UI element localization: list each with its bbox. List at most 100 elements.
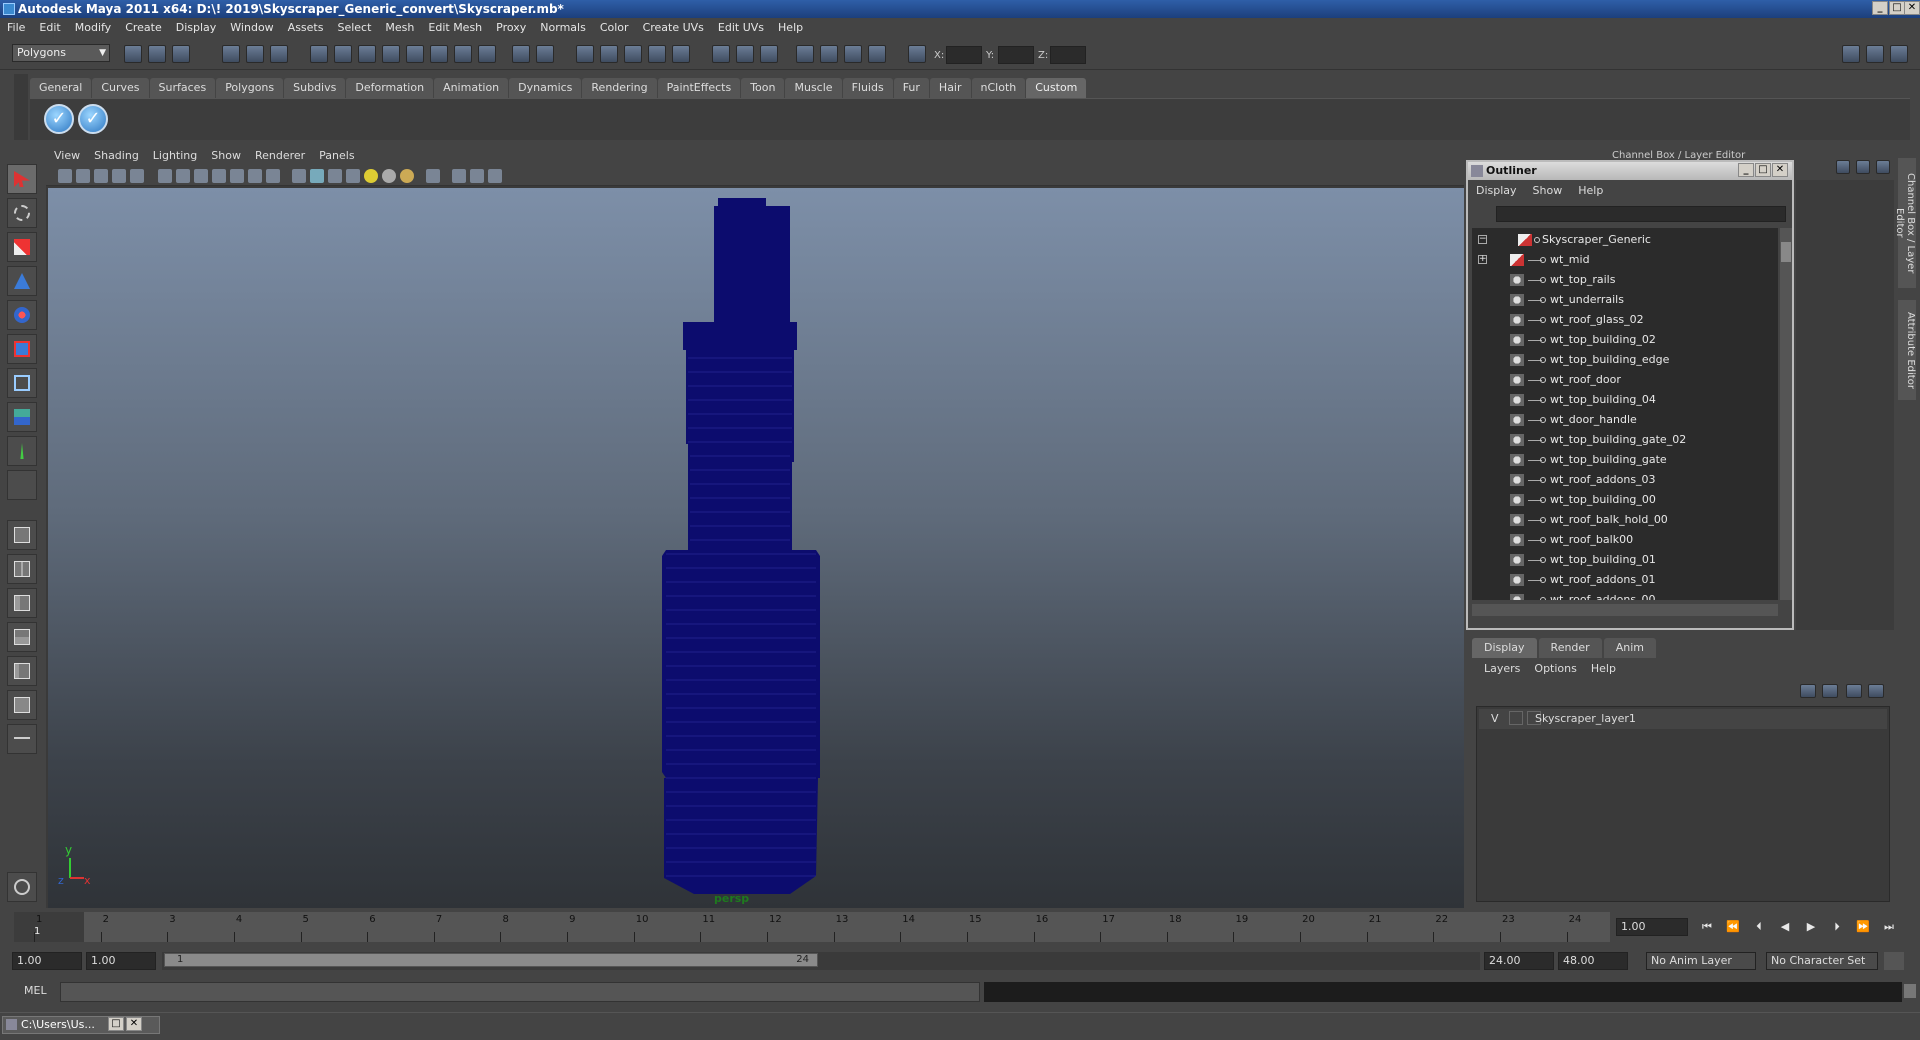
quick-layout-button[interactable] — [7, 872, 37, 902]
select-camera-icon[interactable] — [58, 169, 72, 183]
outliner-menu-show[interactable]: Show — [1525, 182, 1571, 200]
outliner-menu-display[interactable]: Display — [1468, 182, 1525, 200]
resolution-gate-icon[interactable] — [194, 169, 208, 183]
layer-visibility-toggle[interactable]: V — [1491, 712, 1499, 725]
outliner-vertical-scrollbar[interactable] — [1780, 228, 1792, 600]
outliner-item[interactable]: wt_door_handle — [1472, 410, 1778, 430]
shelf-tab-toon[interactable]: Toon — [741, 78, 785, 98]
snap-curve-icon[interactable] — [600, 45, 618, 63]
transform-absolute-icon[interactable] — [908, 45, 926, 63]
menu-window[interactable]: Window — [223, 18, 280, 38]
select-component-icon[interactable] — [270, 45, 288, 63]
outliner-horizontal-scrollbar[interactable] — [1472, 604, 1778, 616]
bookmarks-icon[interactable] — [94, 169, 108, 183]
snap-grid-icon[interactable] — [576, 45, 594, 63]
shelf-tab-polygons[interactable]: Polygons — [216, 78, 284, 98]
wireframe-on-shaded-icon[interactable] — [328, 169, 342, 183]
shelf-tab-rendering[interactable]: Rendering — [582, 78, 657, 98]
layer-menu-layers[interactable]: Layers — [1478, 660, 1528, 678]
maximize-button[interactable]: □ — [1889, 1, 1905, 15]
select-joints-icon[interactable] — [358, 45, 376, 63]
play-forwards-button[interactable]: ▶ — [1800, 920, 1822, 936]
go-to-end-button[interactable]: ⏭ — [1878, 920, 1900, 936]
outliner-minimize-button[interactable]: _ — [1738, 163, 1754, 177]
menu-help[interactable]: Help — [771, 18, 810, 38]
step-forward-frame-button[interactable]: ⏵ — [1826, 920, 1848, 936]
layer-move-down-icon[interactable] — [1868, 684, 1884, 698]
grid-icon[interactable] — [158, 169, 172, 183]
persp-graph-layout[interactable] — [7, 622, 37, 652]
time-slider[interactable]: 1 1 2 3 4 5 6 7 8 9 10 11 12 13 14 15 16 17 18 19 20 21 22 23 2… — [14, 912, 1610, 942]
outliner-item[interactable]: wt_top_building_02 — [1472, 330, 1778, 350]
mel-input[interactable] — [60, 982, 980, 1002]
play-backwards-button[interactable]: ◀ — [1774, 920, 1796, 936]
menu-assets[interactable]: Assets — [281, 18, 331, 38]
shelf-tab-animation[interactable]: Animation — [434, 78, 509, 98]
snap-view-plane-icon[interactable] — [648, 45, 666, 63]
y-field[interactable] — [998, 46, 1034, 64]
shelf-tab-fluids[interactable]: Fluids — [842, 78, 893, 98]
layer-playback-toggle[interactable] — [1509, 711, 1523, 725]
xray-joints-icon[interactable] — [470, 169, 484, 183]
side-tab-attribute-editor[interactable]: Attribute Editor — [1898, 300, 1916, 400]
vp-menu-shading[interactable]: Shading — [86, 146, 145, 166]
custom-check-button[interactable]: ✓ — [44, 104, 74, 134]
shelf-tab-deformation[interactable]: Deformation — [346, 78, 434, 98]
share-icon[interactable] — [488, 169, 502, 183]
textured-icon[interactable] — [346, 169, 360, 183]
animation-start-field[interactable]: 1.00 — [12, 952, 82, 970]
task-close-button[interactable]: ✕ — [126, 1017, 142, 1031]
new-layer-selected-icon[interactable] — [1822, 684, 1838, 698]
animation-end-field[interactable]: 48.00 — [1558, 952, 1628, 970]
range-slider-handle[interactable]: 1 24 — [164, 953, 818, 967]
outliner-item[interactable]: wt_top_building_gate_02 — [1472, 430, 1778, 450]
layer-tab-display[interactable]: Display — [1472, 638, 1537, 658]
toggle-attribute-editor-icon[interactable] — [1842, 45, 1860, 63]
task-restore-button[interactable]: □ — [108, 1017, 124, 1031]
all-lights-icon[interactable] — [382, 169, 396, 183]
show-manipulator-tool[interactable] — [7, 436, 37, 466]
close-button[interactable]: ✕ — [1904, 1, 1920, 15]
safe-action-icon[interactable] — [248, 169, 262, 183]
gate-mask-icon[interactable] — [212, 169, 226, 183]
outliner-item[interactable]: wt_roof_glass_02 — [1472, 310, 1778, 330]
smooth-shade-icon[interactable] — [310, 169, 324, 183]
film-gate-icon[interactable] — [176, 169, 190, 183]
highlight-selection-icon[interactable] — [536, 45, 554, 63]
outliner-item[interactable]: + wt_mid — [1472, 250, 1778, 270]
z-field[interactable] — [1050, 46, 1086, 64]
playback-start-field[interactable]: 1.00 — [86, 952, 156, 970]
shelf-tab-fur[interactable]: Fur — [893, 78, 929, 98]
2d-pan-zoom-icon[interactable] — [130, 169, 144, 183]
history-icon[interactable] — [712, 45, 730, 63]
ipr-icon[interactable] — [760, 45, 778, 63]
menu-create-uvs[interactable]: Create UVs — [636, 18, 711, 38]
outliner-item[interactable]: wt_roof_balk_hold_00 — [1472, 510, 1778, 530]
outliner-item[interactable]: wt_top_rails — [1472, 270, 1778, 290]
outliner-item[interactable]: wt_underrails — [1472, 290, 1778, 310]
layer-row[interactable]: V Skyscraper_layer1 — [1479, 709, 1887, 729]
lock-selection-icon[interactable] — [512, 45, 530, 63]
scale-tool[interactable] — [7, 334, 37, 364]
character-set-dropdown[interactable]: No Character Set — [1766, 952, 1878, 970]
layer-move-up-icon[interactable] — [1846, 684, 1862, 698]
skyscraper-model[interactable]: persp y z x — [48, 188, 1464, 908]
image-plane-icon[interactable] — [112, 169, 126, 183]
vp-menu-show[interactable]: Show — [203, 146, 247, 166]
channel-box-icon-3[interactable] — [1876, 160, 1890, 174]
channel-box-icon-2[interactable] — [1856, 160, 1870, 174]
open-scene-icon[interactable] — [148, 45, 166, 63]
outliner-item[interactable]: wt_top_building_00 — [1472, 490, 1778, 510]
layer-menu-help[interactable]: Help — [1585, 660, 1624, 678]
layer-tab-anim[interactable]: Anim — [1603, 638, 1656, 658]
select-dynamics-icon[interactable] — [454, 45, 472, 63]
default-light-icon[interactable] — [364, 169, 378, 183]
vp-menu-panels[interactable]: Panels — [311, 146, 360, 166]
select-deformations-icon[interactable] — [430, 45, 448, 63]
select-surfaces-icon[interactable] — [406, 45, 424, 63]
minimize-button[interactable]: _ — [1872, 1, 1888, 15]
collapse-icon[interactable]: − — [1478, 235, 1487, 244]
new-layer-empty-icon[interactable] — [1800, 684, 1816, 698]
current-frame-field[interactable]: 1.00 — [1616, 918, 1688, 936]
anim-layer-dropdown[interactable]: No Anim Layer — [1646, 952, 1756, 970]
